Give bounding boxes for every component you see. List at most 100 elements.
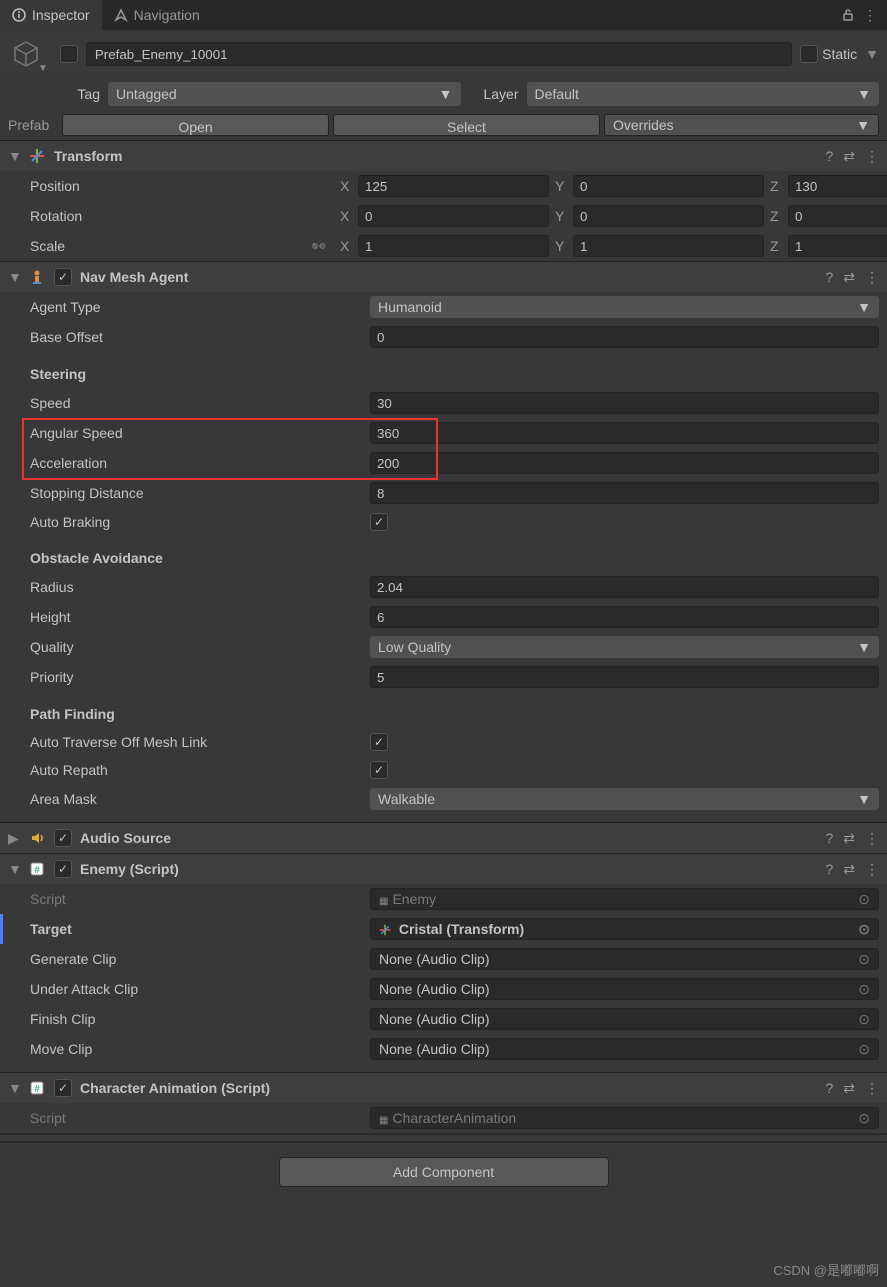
object-picker-icon[interactable]: ⊙ [858,921,870,938]
constrain-icon[interactable] [312,239,330,253]
scale-label: Scale [30,238,65,254]
navmeshagent-header[interactable]: ▼ ✓ Nav Mesh Agent ? ⇄ ⋮ [0,261,887,292]
kebab-menu-icon[interactable]: ⋮ [865,148,879,165]
kebab-menu-icon[interactable]: ⋮ [865,1080,879,1097]
active-checkbox[interactable] [60,45,78,63]
add-component-button[interactable]: Add Component [279,1157,609,1187]
chevron-down-icon: ▼ [439,86,453,102]
help-icon[interactable]: ? [825,148,833,165]
help-icon[interactable]: ? [825,1080,833,1097]
auto-repath-checkbox[interactable]: ✓ [370,761,388,779]
layer-dropdown[interactable]: Default ▼ [527,82,880,106]
object-picker-icon[interactable]: ⊙ [858,981,870,998]
preset-icon[interactable]: ⇄ [843,148,855,165]
add-component-area: Add Component [0,1143,887,1207]
kebab-menu-icon[interactable]: ⋮ [865,830,879,847]
script-file-icon: ▦ [379,1115,388,1126]
scale-z-input[interactable] [788,235,887,257]
tag-layer-row: Tag Untagged ▼ Layer Default ▼ [0,78,887,110]
audiosource-header[interactable]: ▶ ✓ Audio Source ? ⇄ ⋮ [0,822,887,853]
layer-value: Default [535,86,579,102]
component-title: Nav Mesh Agent [80,269,817,285]
finish-clip-field[interactable]: None (Audio Clip) ⊙ [370,1008,879,1030]
position-label: Position [30,178,80,194]
object-picker-icon[interactable]: ⊙ [858,951,870,968]
help-icon[interactable]: ? [825,830,833,847]
chevron-down-icon[interactable]: ▼ [38,63,48,74]
chevron-down-icon: ▼ [857,86,871,102]
object-picker-icon[interactable]: ⊙ [858,1110,870,1127]
move-clip-field[interactable]: None (Audio Clip) ⊙ [370,1038,879,1060]
prefab-select-button[interactable]: Select [333,114,600,136]
stopping-distance-row: Stopping Distance [0,478,887,508]
lock-icon[interactable] [841,8,855,22]
preset-icon[interactable]: ⇄ [843,269,855,286]
generate-clip-field[interactable]: None (Audio Clip) ⊙ [370,948,879,970]
rotation-z-input[interactable] [788,205,887,227]
preset-icon[interactable]: ⇄ [843,861,855,878]
agent-type-row: Agent Type Humanoid ▼ [0,292,887,322]
speed-input[interactable] [370,392,879,414]
base-offset-input[interactable] [370,326,879,348]
tab-navigation[interactable]: Navigation [102,0,212,30]
object-picker-icon[interactable]: ⊙ [858,891,870,908]
preset-icon[interactable]: ⇄ [843,830,855,847]
foldout-icon[interactable]: ▼ [8,269,20,285]
target-field[interactable]: Cristal (Transform) ⊙ [370,918,879,940]
stopping-distance-input[interactable] [370,482,879,504]
prefab-open-button[interactable]: Open [62,114,329,136]
quality-dropdown[interactable]: Low Quality ▼ [370,636,879,658]
transform-header[interactable]: ▼ Transform ? ⇄ ⋮ [0,140,887,171]
chevron-down-icon: ▼ [857,299,871,315]
tab-inspector[interactable]: Inspector [0,0,102,30]
area-mask-dropdown[interactable]: Walkable ▼ [370,788,879,810]
static-toggle[interactable]: Static ▼ [800,45,879,63]
auto-traverse-checkbox[interactable]: ✓ [370,733,388,751]
rotation-x-input[interactable] [358,205,549,227]
radius-input[interactable] [370,576,879,598]
foldout-icon[interactable]: ▼ [8,1080,20,1096]
gameobject-name-input[interactable] [86,42,792,66]
component-enabled-checkbox[interactable]: ✓ [54,829,72,847]
object-picker-icon[interactable]: ⊙ [858,1011,870,1028]
info-icon [12,8,26,22]
chevron-down-icon[interactable]: ▼ [865,46,879,62]
position-z-input[interactable] [788,175,887,197]
angular-speed-row: Angular Speed [0,418,887,448]
chevron-down-icon: ▼ [857,791,871,807]
char-anim-script-row: Script ▦CharacterAnimation ⊙ [0,1103,887,1133]
help-icon[interactable]: ? [825,269,833,286]
component-enabled-checkbox[interactable]: ✓ [54,860,72,878]
foldout-icon[interactable]: ▼ [8,148,20,164]
prefab-overrides-dropdown[interactable]: Overrides ▼ [604,114,879,136]
kebab-menu-icon[interactable]: ⋮ [865,861,879,878]
component-enabled-checkbox[interactable]: ✓ [54,268,72,286]
auto-braking-checkbox[interactable]: ✓ [370,513,388,531]
rotation-row: Rotation X Y Z [0,201,887,231]
static-checkbox[interactable] [800,45,818,63]
char-anim-header[interactable]: ▼ # ✓ Character Animation (Script) ? ⇄ ⋮ [0,1072,887,1103]
angular-speed-input[interactable] [370,422,879,444]
foldout-icon[interactable]: ▼ [8,861,20,877]
object-picker-icon[interactable]: ⊙ [858,1041,870,1058]
scale-x-input[interactable] [358,235,549,257]
scale-row: Scale X Y Z [0,231,887,261]
tag-dropdown[interactable]: Untagged ▼ [108,82,461,106]
priority-input[interactable] [370,666,879,688]
kebab-menu-icon[interactable]: ⋮ [865,269,879,286]
kebab-menu-icon[interactable]: ⋮ [863,7,877,24]
agent-type-dropdown[interactable]: Humanoid ▼ [370,296,879,318]
position-y-input[interactable] [573,175,764,197]
rotation-y-input[interactable] [573,205,764,227]
preset-icon[interactable]: ⇄ [843,1080,855,1097]
position-x-input[interactable] [358,175,549,197]
help-icon[interactable]: ? [825,861,833,878]
under-attack-clip-field[interactable]: None (Audio Clip) ⊙ [370,978,879,1000]
enemy-script-header[interactable]: ▼ # ✓ Enemy (Script) ? ⇄ ⋮ [0,853,887,884]
scale-y-input[interactable] [573,235,764,257]
component-enabled-checkbox[interactable]: ✓ [54,1079,72,1097]
foldout-icon[interactable]: ▶ [8,830,20,847]
acceleration-input[interactable] [370,452,879,474]
height-input[interactable] [370,606,879,628]
prefab-label: Prefab [8,117,58,133]
